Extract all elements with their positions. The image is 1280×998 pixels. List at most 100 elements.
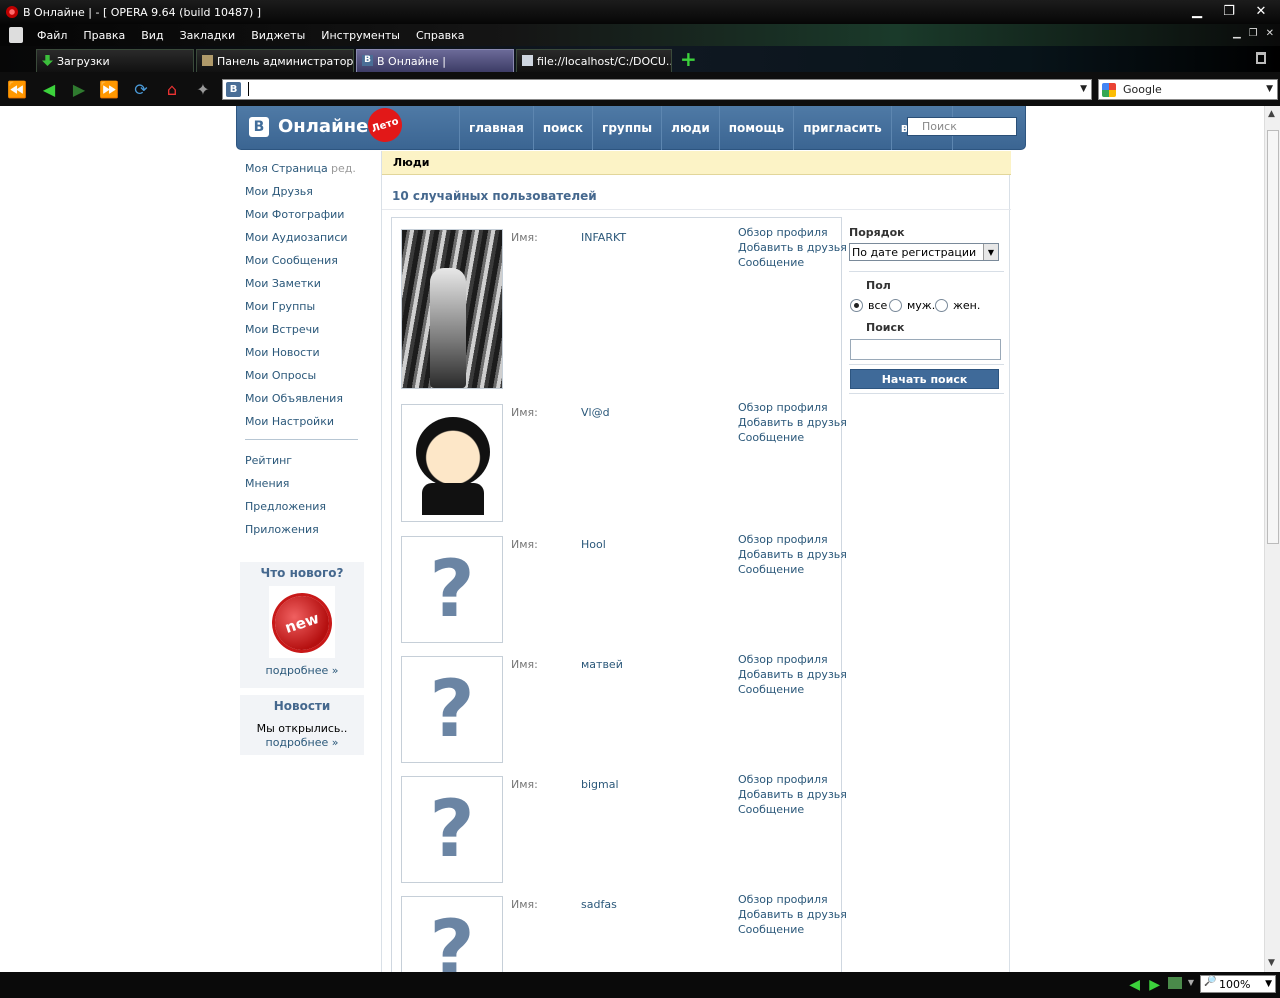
scroll-up-icon[interactable]: ▲ xyxy=(1268,109,1275,119)
add-friend-link[interactable]: Добавить в друзья xyxy=(738,907,847,922)
new-badge-image[interactable]: new xyxy=(267,586,337,658)
zoom-select[interactable]: 100% ▼ xyxy=(1200,975,1276,993)
user-avatar-photo[interactable] xyxy=(401,404,503,522)
back-icon[interactable]: ◀ xyxy=(38,78,60,100)
rewind-icon[interactable]: ⏪ xyxy=(6,78,28,100)
view-profile-link[interactable]: Обзор профиля xyxy=(738,225,847,240)
user-name[interactable]: sadfas xyxy=(581,898,617,911)
view-profile-link[interactable]: Обзор профиля xyxy=(738,892,847,907)
trash-icon[interactable] xyxy=(1256,52,1266,64)
scroll-thumb[interactable] xyxy=(1267,130,1279,544)
menu-file[interactable]: Файл xyxy=(37,29,67,42)
tab-restore-icon[interactable]: ❐ xyxy=(1249,28,1258,39)
no-photo-icon[interactable]: ? xyxy=(401,776,503,883)
status-forward-icon[interactable]: ▶ xyxy=(1149,977,1160,993)
chevron-down-icon[interactable]: ▼ xyxy=(1080,84,1087,94)
nav-groups[interactable]: группы xyxy=(592,106,661,150)
menu-my-messages[interactable]: Мои Сообщения xyxy=(245,254,370,277)
minimize-button[interactable]: ▁ xyxy=(1182,0,1212,22)
status-back-icon[interactable]: ◀ xyxy=(1129,977,1140,993)
sex-female-radio[interactable] xyxy=(935,299,948,312)
tab-close-icon[interactable]: ✕ xyxy=(1266,28,1274,39)
nav-home[interactable]: главная xyxy=(459,106,533,150)
sex-all-radio[interactable] xyxy=(850,299,863,312)
add-friend-link[interactable]: Добавить в друзья xyxy=(738,547,847,562)
menu-my-notes[interactable]: Мои Заметки xyxy=(245,277,370,300)
chevron-down-icon[interactable]: ▼ xyxy=(1265,979,1272,989)
nav-invite[interactable]: пригласить xyxy=(793,106,891,150)
site-logo-icon[interactable]: В xyxy=(249,117,269,137)
news-more-link[interactable]: подробнее » xyxy=(240,736,364,749)
user-name[interactable]: bigmal xyxy=(581,778,619,791)
menu-my-events[interactable]: Мои Встречи xyxy=(245,323,370,346)
menu-opinions[interactable]: Мнения xyxy=(245,477,370,500)
site-logo-text[interactable]: Онлайне xyxy=(278,116,368,137)
start-search-button[interactable]: Начать поиск xyxy=(850,369,999,389)
tab-admin-panel[interactable]: Панель администратора xyxy=(196,49,354,72)
add-friend-link[interactable]: Добавить в друзья xyxy=(738,240,847,255)
new-tab-icon[interactable]: + xyxy=(680,49,697,69)
image-toggle-icon[interactable] xyxy=(1168,977,1182,989)
page-menu-icon[interactable] xyxy=(9,27,23,43)
tab-local-file[interactable]: file://localhost/C:/DOCU... xyxy=(516,49,672,72)
nav-help[interactable]: помощь xyxy=(718,106,793,150)
whats-new-more-link[interactable]: подробнее » xyxy=(240,664,364,677)
address-field[interactable]: В ▼ xyxy=(222,79,1092,100)
edit-link[interactable]: ред. xyxy=(331,162,356,175)
people-search-input[interactable] xyxy=(850,339,1001,360)
view-profile-link[interactable]: Обзор профиля xyxy=(738,772,847,787)
menu-widgets[interactable]: Виджеты xyxy=(251,29,305,42)
search-engine-field[interactable]: Google ▼ xyxy=(1098,79,1278,100)
forward-icon[interactable]: ▶ xyxy=(68,78,90,100)
menu-my-ads[interactable]: Мои Объявления xyxy=(245,392,370,415)
user-avatar-photo[interactable] xyxy=(401,229,503,389)
message-link[interactable]: Сообщение xyxy=(738,922,847,937)
nav-search[interactable]: поиск xyxy=(532,106,592,150)
order-select[interactable]: По дате регистрации ▼ xyxy=(849,243,999,261)
user-name[interactable]: матвей xyxy=(581,658,623,671)
menu-my-page[interactable]: Моя Страница ред. xyxy=(245,162,370,185)
user-name[interactable]: Vl@d xyxy=(581,406,610,419)
menu-my-friends[interactable]: Мои Друзья xyxy=(245,185,370,208)
view-profile-link[interactable]: Обзор профиля xyxy=(738,400,847,415)
tab-downloads[interactable]: Загрузки xyxy=(36,49,194,72)
menu-my-audio[interactable]: Мои Аудиозаписи xyxy=(245,231,370,254)
menu-my-photos[interactable]: Мои Фотографии xyxy=(245,208,370,231)
chevron-down-icon[interactable]: ▼ xyxy=(1266,84,1273,94)
add-friend-link[interactable]: Добавить в друзья xyxy=(738,667,847,682)
add-friend-link[interactable]: Добавить в друзья xyxy=(738,415,847,430)
scroll-down-icon[interactable]: ▼ xyxy=(1268,958,1275,968)
wand-icon[interactable]: ✦ xyxy=(192,78,214,100)
menu-rating[interactable]: Рейтинг xyxy=(245,454,370,477)
user-name[interactable]: INFARKT xyxy=(581,231,626,244)
view-profile-link[interactable]: Обзор профиля xyxy=(738,652,847,667)
menu-bookmarks[interactable]: Закладки xyxy=(180,29,236,42)
close-button[interactable]: ✕ xyxy=(1246,0,1276,22)
message-link[interactable]: Сообщение xyxy=(738,255,847,270)
chevron-down-icon[interactable]: ▼ xyxy=(1188,978,1194,987)
user-name[interactable]: Hool xyxy=(581,538,606,551)
menu-tools[interactable]: Инструменты xyxy=(321,29,400,42)
reload-icon[interactable]: ⟳ xyxy=(130,78,152,100)
message-link[interactable]: Сообщение xyxy=(738,430,847,445)
menu-proposals[interactable]: Предложения xyxy=(245,500,370,523)
message-link[interactable]: Сообщение xyxy=(738,802,847,817)
fast-forward-icon[interactable]: ⏩ xyxy=(98,78,120,100)
menu-my-groups[interactable]: Мои Группы xyxy=(245,300,370,323)
view-profile-link[interactable]: Обзор профиля xyxy=(738,532,847,547)
menu-view[interactable]: Вид xyxy=(141,29,163,42)
add-friend-link[interactable]: Добавить в друзья xyxy=(738,787,847,802)
sex-male-radio[interactable] xyxy=(889,299,902,312)
vertical-scrollbar[interactable]: ▲ ▼ xyxy=(1264,106,1280,972)
no-photo-icon[interactable]: ? xyxy=(401,896,503,972)
message-link[interactable]: Сообщение xyxy=(738,562,847,577)
tab-v-onlaine[interactable]: В В Онлайне | xyxy=(356,49,514,72)
menu-my-polls[interactable]: Мои Опросы xyxy=(245,369,370,392)
menu-apps[interactable]: Приложения xyxy=(245,523,370,546)
menu-my-settings[interactable]: Мои Настройки xyxy=(245,415,370,438)
message-link[interactable]: Сообщение xyxy=(738,682,847,697)
menu-help[interactable]: Справка xyxy=(416,29,464,42)
no-photo-icon[interactable]: ? xyxy=(401,536,503,643)
nav-people[interactable]: люди xyxy=(661,106,719,150)
menu-edit[interactable]: Правка xyxy=(83,29,125,42)
